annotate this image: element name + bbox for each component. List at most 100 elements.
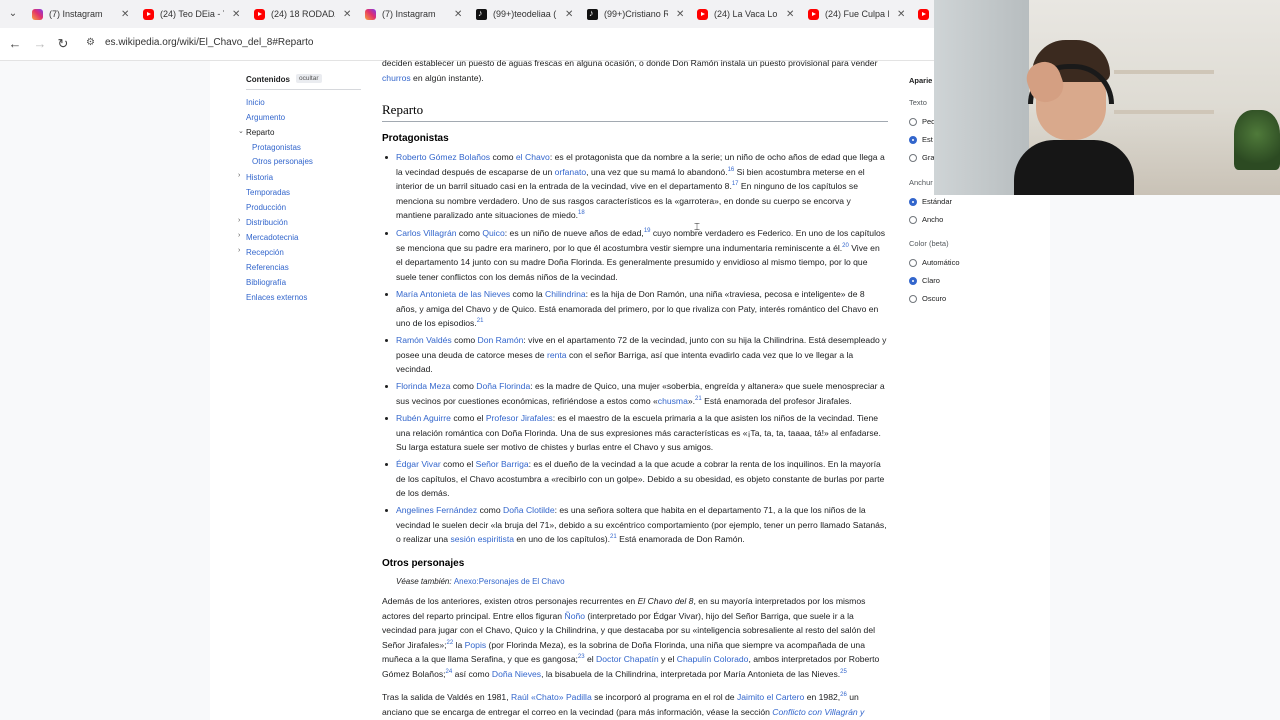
- toc-item-bibliografia[interactable]: Bibliografía: [246, 278, 286, 287]
- browser-tab[interactable]: (99+)Cristiano Ro✕: [587, 4, 684, 24]
- radio-icon[interactable]: [909, 117, 917, 126]
- role-link[interactable]: Doña Florinda: [476, 381, 530, 391]
- color-light-radio[interactable]: Claro: [909, 276, 940, 285]
- toc-item-mercadotecnia[interactable]: Mercadotecnia: [246, 233, 298, 242]
- link-orfanato[interactable]: orfanato: [555, 167, 587, 177]
- actor-link[interactable]: María Antonieta de las Nieves: [396, 289, 510, 299]
- toc-item-produccion[interactable]: Producción: [246, 203, 286, 212]
- text-size-small-radio[interactable]: Peq: [909, 117, 935, 126]
- browser-tab[interactable]: (7) Instagram ✕: [365, 4, 462, 24]
- role-link[interactable]: Señor Barriga: [476, 459, 529, 469]
- toc-item-otros-personajes[interactable]: Otros personajes: [252, 157, 313, 166]
- toc-item-historia[interactable]: Historia: [246, 173, 273, 182]
- radio-icon[interactable]: [909, 215, 917, 224]
- radio-selected-icon[interactable]: [909, 135, 917, 144]
- link-dona-nieves[interactable]: Doña Nieves: [492, 669, 541, 679]
- link-jaimito-el-cartero[interactable]: Jaimito el Cartero: [737, 692, 804, 702]
- toc-item-referencias[interactable]: Referencias: [246, 263, 289, 272]
- citation[interactable]: 25: [840, 669, 847, 675]
- actor-link[interactable]: Florinda Meza: [396, 381, 450, 391]
- link-conflicto-villagran[interactable]: Conflicto con Villagrán y: [772, 707, 864, 717]
- chevron-down-icon[interactable]: ⌄: [238, 127, 244, 135]
- site-info-icon[interactable]: ⚙: [86, 38, 96, 48]
- browser-tab[interactable]: (24) La Vaca Lola ✕: [697, 4, 794, 24]
- citation[interactable]: 21: [695, 396, 702, 402]
- citation[interactable]: 21: [477, 318, 484, 324]
- actor-link[interactable]: Ramón Valdés: [396, 335, 452, 345]
- radio-selected-icon[interactable]: [909, 276, 917, 285]
- close-tab-icon[interactable]: ✕: [897, 9, 905, 20]
- browser-tab[interactable]: (7) Instagram ✕: [32, 4, 129, 24]
- role-link[interactable]: el Chavo: [516, 152, 550, 162]
- link-popis[interactable]: Popis: [465, 640, 487, 650]
- citation[interactable]: 20: [842, 243, 849, 249]
- text-size-large-radio[interactable]: Gra: [909, 153, 935, 162]
- back-arrow-icon[interactable]: ←: [7, 36, 23, 52]
- radio-icon[interactable]: [909, 294, 917, 303]
- radio-icon[interactable]: [909, 258, 917, 267]
- citation[interactable]: 18: [578, 211, 585, 217]
- actor-link[interactable]: Carlos Villagrán: [396, 228, 457, 238]
- role-link[interactable]: Quico: [482, 228, 504, 238]
- link-sesion-espiritista[interactable]: sesión espiritista: [450, 534, 514, 544]
- chevron-right-icon[interactable]: ›: [238, 172, 240, 179]
- browser-tab[interactable]: (24) 18 RODADA -✕: [254, 4, 351, 24]
- link-chusma[interactable]: chusma: [658, 396, 688, 406]
- link-renta[interactable]: renta: [547, 350, 567, 360]
- role-link[interactable]: Chilindrina: [545, 289, 586, 299]
- close-tab-icon[interactable]: ✕: [565, 9, 573, 20]
- toc-item-reparto[interactable]: Reparto: [246, 128, 274, 137]
- link-anexo-personajes[interactable]: Anexo:Personajes de El Chavo: [454, 577, 565, 586]
- close-tab-icon[interactable]: ✕: [343, 9, 351, 20]
- citation[interactable]: 19: [644, 228, 651, 234]
- color-auto-radio[interactable]: Automático: [909, 258, 960, 267]
- toc-item-recepcion[interactable]: Recepción: [246, 248, 284, 257]
- tab-search-chevron-icon[interactable]: ⌄: [6, 7, 20, 21]
- link-chapulin-colorado[interactable]: Chapulín Colorado: [677, 654, 749, 664]
- actor-link[interactable]: Roberto Gómez Bolaños: [396, 152, 490, 162]
- chevron-right-icon[interactable]: ›: [238, 232, 240, 239]
- citation[interactable]: 26: [840, 692, 847, 698]
- link-doctor-chapatin[interactable]: Doctor Chapatín: [596, 654, 659, 664]
- role-link[interactable]: Doña Clotilde: [503, 505, 555, 515]
- browser-tab[interactable]: (24) Fue Culpa Mi✕: [808, 4, 905, 24]
- radio-icon[interactable]: [909, 153, 917, 162]
- width-standard-radio[interactable]: Estándar: [909, 197, 952, 206]
- chevron-right-icon[interactable]: ›: [238, 247, 240, 254]
- toc-hide-button[interactable]: ocultar: [296, 74, 322, 83]
- browser-tab[interactable]: (99+)teodeliaa (@✕: [476, 4, 573, 24]
- chevron-right-icon[interactable]: ›: [238, 217, 240, 224]
- forward-arrow-icon[interactable]: →: [32, 36, 48, 52]
- toc-item-protagonistas[interactable]: Protagonistas: [252, 143, 301, 152]
- browser-tab[interactable]: [918, 4, 935, 24]
- role-link[interactable]: Don Ramón: [478, 335, 524, 345]
- address-bar[interactable]: ⚙ es.wikipedia.org/wiki/El_Chavo_del_8#R…: [80, 32, 940, 56]
- browser-tab[interactable]: (24) Teo DEia - Y ✕: [143, 4, 240, 24]
- close-tab-icon[interactable]: ✕: [121, 9, 129, 20]
- toc-item-distribucion[interactable]: Distribución: [246, 218, 288, 227]
- actor-link[interactable]: Rubén Aguirre: [396, 413, 451, 423]
- width-wide-radio[interactable]: Ancho: [909, 215, 943, 224]
- color-dark-radio[interactable]: Oscuro: [909, 294, 946, 303]
- citation[interactable]: 21: [610, 534, 617, 540]
- link-nono[interactable]: Ñoño: [564, 611, 585, 621]
- link-raul-padilla[interactable]: Raúl «Chato» Padilla: [511, 692, 592, 702]
- citation[interactable]: 17: [732, 181, 739, 187]
- role-link[interactable]: Profesor Jirafales: [486, 413, 553, 423]
- toc-item-inicio[interactable]: Inicio: [246, 98, 265, 107]
- close-tab-icon[interactable]: ✕: [454, 9, 462, 20]
- close-tab-icon[interactable]: ✕: [676, 9, 684, 20]
- toc-item-enlaces-externos[interactable]: Enlaces externos: [246, 293, 307, 302]
- close-tab-icon[interactable]: ✕: [232, 9, 240, 20]
- radio-selected-icon[interactable]: [909, 197, 917, 206]
- toc-item-argumento[interactable]: Argumento: [246, 113, 285, 122]
- url-text[interactable]: es.wikipedia.org/wiki/El_Chavo_del_8#Rep…: [105, 37, 313, 48]
- actor-link[interactable]: Angelines Fernández: [396, 505, 477, 515]
- toc-item-temporadas[interactable]: Temporadas: [246, 188, 290, 197]
- reload-icon[interactable]: ↻: [55, 36, 71, 52]
- text-size-standard-radio[interactable]: Est: [909, 135, 933, 144]
- actor-link[interactable]: Édgar Vivar: [396, 459, 441, 469]
- close-tab-icon[interactable]: ✕: [786, 9, 794, 20]
- citation[interactable]: 23: [578, 655, 585, 661]
- link-churros[interactable]: churros: [382, 73, 411, 83]
